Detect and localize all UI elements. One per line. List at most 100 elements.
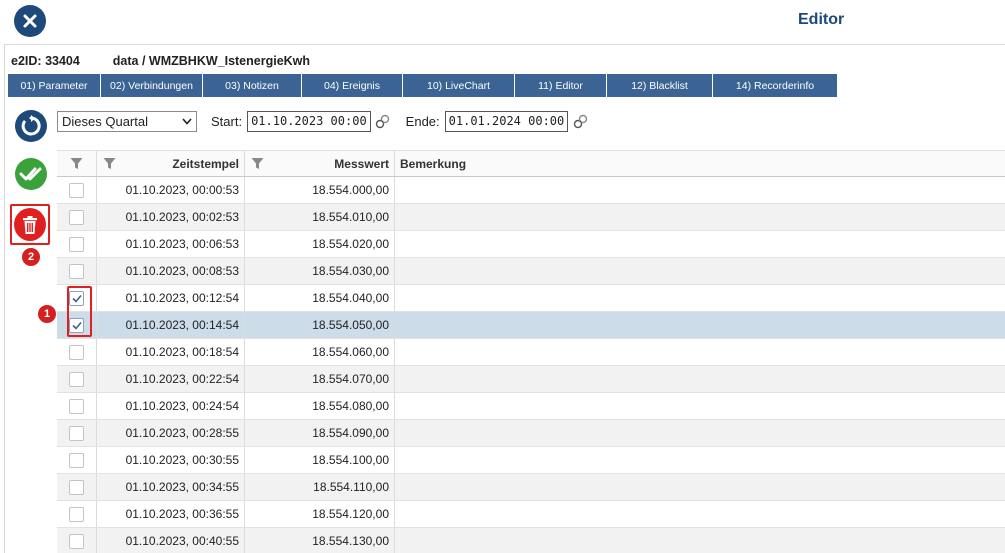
timestamp-cell: 01.10.2023, 00:00:53 xyxy=(97,177,245,203)
close-button[interactable] xyxy=(14,5,46,37)
table-row[interactable]: 01.10.2023, 00:22:54 18.554.070,00 xyxy=(57,366,1005,393)
grid-body: 01.10.2023, 00:00:53 18.554.000,00 01.10.2… xyxy=(57,177,1005,553)
value-cell[interactable]: 18.554.060,00 xyxy=(245,339,395,365)
value-cell[interactable]: 18.554.040,00 xyxy=(245,285,395,311)
row-checkbox[interactable] xyxy=(69,236,84,252)
refresh-icon xyxy=(21,115,41,136)
value-cell[interactable]: 18.554.020,00 xyxy=(245,231,395,257)
note-cell[interactable] xyxy=(395,420,1005,446)
value-cell[interactable]: 18.554.080,00 xyxy=(245,393,395,419)
value-cell[interactable]: 18.554.130,00 xyxy=(245,528,395,553)
row-checkbox[interactable] xyxy=(69,209,84,225)
table-row[interactable]: 01.10.2023, 00:12:54 18.554.040,00 xyxy=(57,285,1005,312)
value-cell[interactable]: 18.554.110,00 xyxy=(245,474,395,500)
row-checkbox-cell xyxy=(57,447,97,473)
row-checkbox-cell xyxy=(57,528,97,553)
timestamp-cell: 01.10.2023, 00:14:54 xyxy=(97,312,245,338)
note-cell[interactable] xyxy=(395,393,1005,419)
row-checkbox[interactable] xyxy=(69,371,84,387)
table-row[interactable]: 01.10.2023, 00:00:53 18.554.000,00 xyxy=(57,177,1005,204)
note-cell[interactable] xyxy=(395,366,1005,392)
trash-icon xyxy=(23,215,37,234)
checkbox-highlight-frame xyxy=(67,286,92,337)
note-column-header[interactable]: Bemerkung xyxy=(395,151,1005,176)
start-date-input[interactable]: 01.10.2023 00:00 xyxy=(247,110,371,132)
value-column-header[interactable]: Messwert xyxy=(245,151,395,176)
row-checkbox[interactable] xyxy=(69,263,84,279)
row-checkbox[interactable] xyxy=(69,452,84,468)
value-cell[interactable]: 18.554.030,00 xyxy=(245,258,395,284)
filter-funnel-icon[interactable] xyxy=(103,157,116,170)
tab-ereignis[interactable]: 04) Ereignis xyxy=(302,74,403,97)
note-cell[interactable] xyxy=(395,501,1005,527)
row-checkbox[interactable] xyxy=(69,506,84,522)
row-checkbox-cell xyxy=(57,339,97,365)
note-cell[interactable] xyxy=(395,339,1005,365)
row-checkbox-cell xyxy=(57,474,97,500)
row-checkbox[interactable] xyxy=(69,533,84,549)
note-cell[interactable] xyxy=(395,312,1005,338)
value-cell[interactable]: 18.554.090,00 xyxy=(245,420,395,446)
note-cell[interactable] xyxy=(395,474,1005,500)
table-row[interactable]: 01.10.2023, 00:34:55 18.554.110,00 xyxy=(57,474,1005,501)
table-row[interactable]: 01.10.2023, 00:14:54 18.554.050,00 xyxy=(57,312,1005,339)
refresh-button[interactable] xyxy=(15,110,47,142)
tab-livechart[interactable]: 10) LiveChart xyxy=(403,74,515,97)
note-cell[interactable] xyxy=(395,447,1005,473)
timestamp-cell: 01.10.2023, 00:36:55 xyxy=(97,501,245,527)
period-select[interactable]: Dieses Quartal xyxy=(57,110,197,132)
note-cell[interactable] xyxy=(395,204,1005,230)
value-cell[interactable]: 18.554.050,00 xyxy=(245,312,395,338)
table-row[interactable]: 01.10.2023, 00:28:55 18.554.090,00 xyxy=(57,420,1005,447)
row-checkbox[interactable] xyxy=(69,344,84,360)
row-checkbox[interactable] xyxy=(69,479,84,495)
row-checkbox[interactable] xyxy=(69,182,84,198)
end-label: Ende: xyxy=(405,113,440,129)
note-cell[interactable] xyxy=(395,177,1005,203)
end-date-input[interactable]: 01.01.2024 00:00 xyxy=(444,110,569,132)
table-row[interactable]: 01.10.2023, 00:18:54 18.554.060,00 xyxy=(57,339,1005,366)
start-calendar-button[interactable] xyxy=(374,112,392,130)
tab-notizen[interactable]: 03) Notizen xyxy=(203,74,302,97)
timestamp-cell: 01.10.2023, 00:12:54 xyxy=(97,285,245,311)
value-cell[interactable]: 18.554.100,00 xyxy=(245,447,395,473)
confirm-button[interactable] xyxy=(15,158,47,190)
timestamp-cell: 01.10.2023, 00:40:55 xyxy=(97,528,245,553)
record-id-label: e2ID: xyxy=(11,54,42,68)
tab-parameter[interactable]: 01) Parameter xyxy=(8,74,101,97)
row-checkbox-cell xyxy=(57,177,97,203)
double-check-icon xyxy=(19,167,42,181)
table-row[interactable]: 01.10.2023, 00:24:54 18.554.080,00 xyxy=(57,393,1005,420)
checkbox-column-filter[interactable] xyxy=(57,151,97,176)
filter-funnel-icon[interactable] xyxy=(251,157,264,170)
value-cell[interactable]: 18.554.120,00 xyxy=(245,501,395,527)
note-cell[interactable] xyxy=(395,528,1005,553)
table-row[interactable]: 01.10.2023, 00:06:53 18.554.020,00 xyxy=(57,231,1005,258)
delete-button[interactable] xyxy=(14,208,46,241)
tab-blacklist[interactable]: 12) Blacklist xyxy=(607,74,713,97)
end-calendar-button[interactable] xyxy=(571,112,589,130)
tab-verbindungen[interactable]: 02) Verbindungen xyxy=(101,74,203,97)
table-row[interactable]: 01.10.2023, 00:36:55 18.554.120,00 xyxy=(57,501,1005,528)
row-checkbox-cell xyxy=(57,420,97,446)
value-cell[interactable]: 18.554.000,00 xyxy=(245,177,395,203)
tab-bar: 01) Parameter 02) Verbindungen 03) Notizen… xyxy=(8,74,838,97)
value-column-label: Messwert xyxy=(334,156,389,171)
table-row[interactable]: 01.10.2023, 00:02:53 18.554.010,00 xyxy=(57,204,1005,231)
row-checkbox-cell xyxy=(57,501,97,527)
tab-editor[interactable]: 11) Editor xyxy=(515,74,607,97)
row-checkbox-cell xyxy=(57,204,97,230)
value-cell[interactable]: 18.554.070,00 xyxy=(245,366,395,392)
table-row[interactable]: 01.10.2023, 00:40:55 18.554.130,00 xyxy=(57,528,1005,553)
timestamp-column-header[interactable]: Zeitstempel xyxy=(97,151,245,176)
timestamp-cell: 01.10.2023, 00:30:55 xyxy=(97,447,245,473)
note-cell[interactable] xyxy=(395,231,1005,257)
tab-recorderinfo[interactable]: 14) Recorderinfo xyxy=(713,74,838,97)
table-row[interactable]: 01.10.2023, 00:30:55 18.554.100,00 xyxy=(57,447,1005,474)
row-checkbox[interactable] xyxy=(69,398,84,414)
table-row[interactable]: 01.10.2023, 00:08:53 18.554.030,00 xyxy=(57,258,1005,285)
row-checkbox[interactable] xyxy=(69,425,84,441)
value-cell[interactable]: 18.554.010,00 xyxy=(245,204,395,230)
note-cell[interactable] xyxy=(395,285,1005,311)
note-cell[interactable] xyxy=(395,258,1005,284)
